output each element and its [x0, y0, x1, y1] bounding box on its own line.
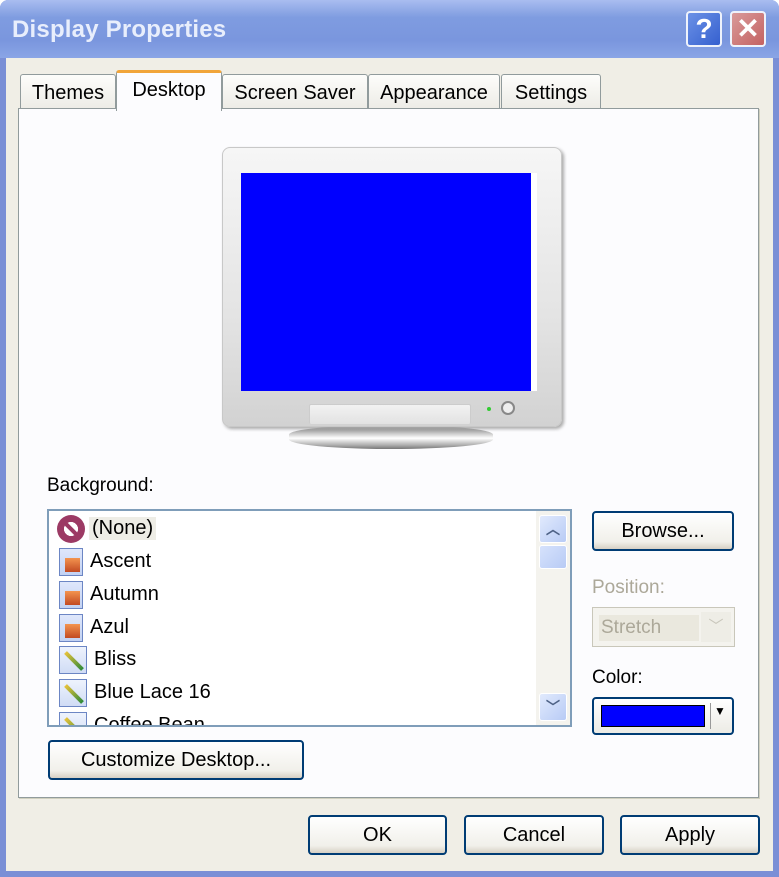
scroll-up-button[interactable]: ︿	[539, 515, 567, 543]
list-item[interactable]: Coffee Bean	[59, 710, 208, 727]
position-dropdown-button[interactable]: ﹀	[701, 612, 731, 642]
chevron-down-icon: ﹀	[708, 618, 724, 635]
ok-button[interactable]: OK	[308, 815, 447, 855]
chevron-up-icon: ︿	[546, 521, 560, 537]
tab-desktop[interactable]: Desktop	[116, 70, 222, 111]
list-item-label: Ascent	[90, 550, 152, 572]
tab-themes[interactable]: Themes	[20, 74, 116, 110]
window-title: Display Properties	[12, 16, 227, 43]
monitor-bezel	[222, 147, 562, 427]
tab-screen-saver[interactable]: Screen Saver	[222, 74, 368, 110]
list-item-label: Azul	[90, 616, 129, 638]
monitor-slot	[309, 404, 471, 424]
scroll-down-button[interactable]: ﹀	[539, 693, 567, 721]
background-list[interactable]: (None) Ascent Autumn Azul Bliss Blue Lac…	[47, 509, 572, 727]
dropdown-arrow-icon: ▼	[714, 704, 726, 718]
power-led-icon	[487, 407, 491, 411]
title-bar[interactable]: Display Properties ? ✕	[0, 0, 779, 58]
picture-file-icon	[59, 547, 83, 576]
color-picker-button[interactable]: ▼	[592, 697, 734, 735]
list-item[interactable]: Blue Lace 16	[59, 677, 214, 708]
list-item[interactable]: Azul	[59, 612, 132, 643]
monitor-preview	[222, 147, 562, 449]
none-icon	[57, 514, 85, 543]
list-item[interactable]: Ascent	[59, 546, 154, 577]
dialog-client: Themes Desktop Screen Saver Appearance S…	[6, 58, 773, 871]
list-item-label: Autumn	[90, 583, 159, 605]
position-select[interactable]: Stretch ﹀	[592, 607, 735, 647]
image-file-icon	[59, 645, 87, 674]
display-properties-window: Display Properties ? ✕ Themes Desktop Sc…	[0, 0, 779, 877]
picture-file-icon	[59, 613, 83, 642]
customize-desktop-button[interactable]: Customize Desktop...	[48, 740, 304, 780]
power-button-icon	[501, 401, 515, 415]
apply-button[interactable]: Apply	[620, 815, 760, 855]
color-separator	[710, 703, 711, 729]
close-x-icon: ✕	[736, 13, 760, 44]
help-button[interactable]: ?	[686, 11, 722, 47]
cancel-button[interactable]: Cancel	[464, 815, 604, 855]
list-item-label: Bliss	[94, 648, 137, 670]
question-mark-icon: ?	[695, 13, 713, 44]
picture-file-icon	[59, 580, 83, 609]
image-file-icon	[59, 678, 87, 707]
list-item-label: Blue Lace 16	[94, 681, 211, 703]
list-item[interactable]: Autumn	[59, 579, 162, 610]
desktop-tab-panel: Background: (None) Ascent Autumn Azul Bl…	[18, 108, 759, 798]
list-item[interactable]: (None)	[57, 513, 157, 544]
monitor-stand	[289, 425, 493, 449]
position-value: Stretch	[599, 615, 699, 641]
list-item[interactable]: Bliss	[59, 644, 139, 675]
browse-button[interactable]: Browse...	[592, 511, 734, 551]
image-file-icon	[59, 711, 87, 725]
color-swatch	[601, 705, 705, 727]
vertical-scrollbar[interactable]: ︿ ﹀	[536, 511, 570, 725]
tab-appearance[interactable]: Appearance	[368, 74, 500, 110]
preview-screen	[241, 173, 537, 391]
position-label: Position:	[592, 577, 665, 598]
color-label: Color:	[592, 667, 643, 688]
close-button[interactable]: ✕	[730, 11, 766, 47]
background-label: Background:	[47, 475, 154, 496]
scroll-thumb[interactable]	[539, 545, 567, 569]
list-item-label: Coffee Bean	[94, 714, 205, 727]
chevron-down-icon: ﹀	[546, 699, 560, 715]
list-item-label: (None)	[89, 517, 157, 540]
tab-settings[interactable]: Settings	[501, 74, 601, 110]
